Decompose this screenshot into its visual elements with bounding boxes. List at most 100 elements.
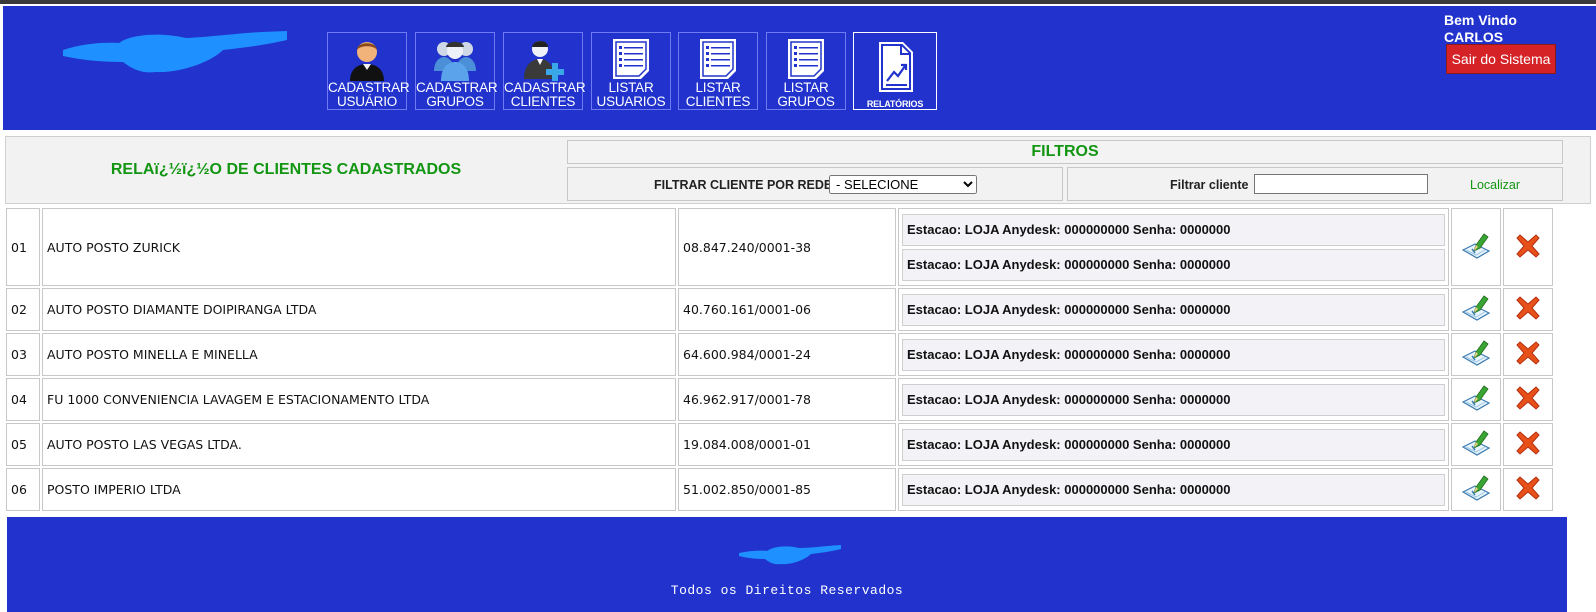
list-icon: [613, 39, 649, 79]
client-name: AUTO POSTO DIAMANTE DOIPIRANGA LTDA: [42, 288, 676, 331]
delete-icon: [1515, 431, 1541, 459]
table-row: 02 AUTO POSTO DIAMANTE DOIPIRANGA LTDA 40.…: [6, 288, 1553, 331]
edit-icon: [1461, 295, 1491, 325]
station-list: Estacao: LOJA Anydesk: 000000000 Senha: …: [898, 288, 1449, 331]
station-info: Estacao: LOJA Anydesk: 000000000 Senha: …: [902, 473, 1445, 506]
client-cnpj: 40.760.161/0001-06: [678, 288, 896, 331]
edit-button[interactable]: [1451, 423, 1501, 466]
delete-button[interactable]: [1503, 208, 1553, 286]
table-row: 04 FU 1000 CONVENIENCIA LAVAGEM E ESTACIO…: [6, 378, 1553, 421]
list-icon: [700, 39, 736, 79]
client-cnpj: 08.847.240/0001-38: [678, 208, 896, 286]
app-header: CADASTRAR USUÁRIO CADASTRAR GRUPOS CADAS…: [3, 6, 1596, 130]
edit-icon: [1461, 232, 1491, 263]
table-row: 05 AUTO POSTO LAS VEGAS LTDA. 19.084.008/0…: [6, 423, 1553, 466]
filter-client-box: Filtrar cliente Localizar: [1067, 167, 1563, 201]
filter-network-box: FILTRAR CLIENTE POR REDE - SELECIONE: [567, 167, 1063, 201]
delete-button[interactable]: [1503, 378, 1553, 421]
nav-label: CADASTRAR CLIENTES: [504, 80, 586, 109]
clients-table: 01 AUTO POSTO ZURICK 08.847.240/0001-38 Est…: [4, 206, 1555, 513]
station-info: Estacao: LOJA Anydesk: 000000000 Senha: …: [902, 293, 1445, 326]
station-info: Estacao: LOJA Anydesk: 000000000 Senha: …: [902, 213, 1445, 246]
client-cnpj: 19.084.008/0001-01: [678, 423, 896, 466]
report-header: RELAï¿½ï¿½O DE CLIENTES CADASTRADOS FILT…: [5, 136, 1591, 204]
row-number: 05: [6, 423, 40, 466]
delete-icon: [1515, 233, 1541, 262]
delete-button[interactable]: [1503, 468, 1553, 511]
edit-button[interactable]: [1451, 333, 1501, 376]
table-row: 03 AUTO POSTO MINELLA E MINELLA 64.600.984…: [6, 333, 1553, 376]
client-name: AUTO POSTO LAS VEGAS LTDA.: [42, 423, 676, 466]
nav-label: RELATÓRIOS: [866, 99, 924, 109]
row-number: 01: [6, 208, 40, 286]
row-number: 02: [6, 288, 40, 331]
client-cnpj: 64.600.984/0001-24: [678, 333, 896, 376]
nav-label: LISTAR GRUPOS: [777, 80, 835, 109]
welcome-text: Bem Vindo: [1444, 12, 1517, 28]
delete-button[interactable]: [1503, 288, 1553, 331]
top-border: [0, 0, 1596, 4]
station-info: Estacao: LOJA Anydesk: 000000000 Senha: …: [902, 383, 1445, 416]
client-cnpj: 46.962.917/0001-78: [678, 378, 896, 421]
add-client-icon: [524, 41, 564, 81]
footer-copyright: Todos os Direitos Reservados: [670, 583, 904, 598]
nav-cadastrar-usuario[interactable]: CADASTRAR USUÁRIO: [327, 32, 410, 110]
page-title: RELAï¿½ï¿½O DE CLIENTES CADASTRADOS: [110, 161, 462, 178]
client-name: AUTO POSTO MINELLA E MINELLA: [42, 333, 676, 376]
station-list: Estacao: LOJA Anydesk: 000000000 Senha: …: [898, 423, 1449, 466]
delete-icon: [1515, 341, 1541, 369]
table-row: 01 AUTO POSTO ZURICK 08.847.240/0001-38 Est…: [6, 208, 1553, 286]
station-list: Estacao: LOJA Anydesk: 000000000 Senha: …: [898, 333, 1449, 376]
client-name: POSTO IMPERIO LTDA: [42, 468, 676, 511]
nav-label: CADASTRAR USUÁRIO: [328, 80, 410, 109]
delete-icon: [1515, 386, 1541, 414]
delete-button[interactable]: [1503, 333, 1553, 376]
edit-button[interactable]: [1451, 288, 1501, 331]
network-select[interactable]: - SELECIONE: [829, 175, 977, 194]
user-icon: [350, 42, 384, 81]
welcome-block: Bem Vindo CARLOS: [1444, 12, 1517, 46]
row-number: 06: [6, 468, 40, 511]
delete-icon: [1515, 476, 1541, 504]
nav-cadastrar-grupos[interactable]: CADASTRAR GRUPOS: [415, 32, 498, 110]
filter-network-label: FILTRAR CLIENTE POR REDE: [654, 178, 833, 192]
row-number: 03: [6, 333, 40, 376]
edit-icon: [1461, 385, 1491, 415]
client-name: FU 1000 CONVENIENCIA LAVAGEM E ESTACIONA…: [42, 378, 676, 421]
nav-listar-usuarios[interactable]: LISTAR USUARIOS: [591, 32, 671, 110]
nav-label: LISTAR USUARIOS: [596, 80, 666, 109]
station-list: Estacao: LOJA Anydesk: 000000000 Senha: …: [898, 468, 1449, 511]
delete-icon: [1515, 296, 1541, 324]
nav-listar-clientes[interactable]: LISTAR CLIENTES: [678, 32, 758, 110]
edit-button[interactable]: [1451, 468, 1501, 511]
nav-listar-grupos[interactable]: LISTAR GRUPOS: [766, 32, 846, 110]
nav-label: LISTAR CLIENTES: [685, 80, 751, 109]
footer: Todos os Direitos Reservados: [7, 517, 1567, 612]
delete-button[interactable]: [1503, 423, 1553, 466]
station-info: Estacao: LOJA Anydesk: 000000000 Senha: …: [902, 338, 1445, 371]
station-list: Estacao: LOJA Anydesk: 000000000 Senha: …: [898, 208, 1449, 286]
client-search-input[interactable]: [1254, 174, 1428, 194]
client-name: AUTO POSTO ZURICK: [42, 208, 676, 286]
logout-button[interactable]: Sair do Sistema: [1446, 44, 1556, 74]
station-info: Estacao: LOJA Anydesk: 000000000 Senha: …: [902, 428, 1445, 461]
row-number: 04: [6, 378, 40, 421]
edit-button[interactable]: [1451, 378, 1501, 421]
edit-button[interactable]: [1451, 208, 1501, 286]
filters-title: FILTROS: [567, 140, 1563, 164]
nav-label: CADASTRAR GRUPOS: [416, 80, 498, 109]
logo-icon: [63, 31, 287, 73]
client-cnpj: 51.002.850/0001-85: [678, 468, 896, 511]
report-icon: [879, 42, 913, 92]
edit-icon: [1461, 430, 1491, 460]
edit-icon: [1461, 475, 1491, 505]
table-row: 06 POSTO IMPERIO LTDA 51.002.850/0001-85 Es…: [6, 468, 1553, 511]
locate-link[interactable]: Localizar: [1470, 178, 1520, 192]
logo-icon: [739, 545, 841, 565]
station-info: Estacao: LOJA Anydesk: 000000000 Senha: …: [902, 248, 1445, 281]
list-icon: [788, 39, 824, 79]
filter-client-label: Filtrar cliente: [1170, 178, 1249, 192]
nav-relatorios[interactable]: RELATÓRIOS: [853, 32, 937, 110]
nav-cadastrar-clientes[interactable]: CADASTRAR CLIENTES: [503, 32, 586, 110]
station-list: Estacao: LOJA Anydesk: 000000000 Senha: …: [898, 378, 1449, 421]
